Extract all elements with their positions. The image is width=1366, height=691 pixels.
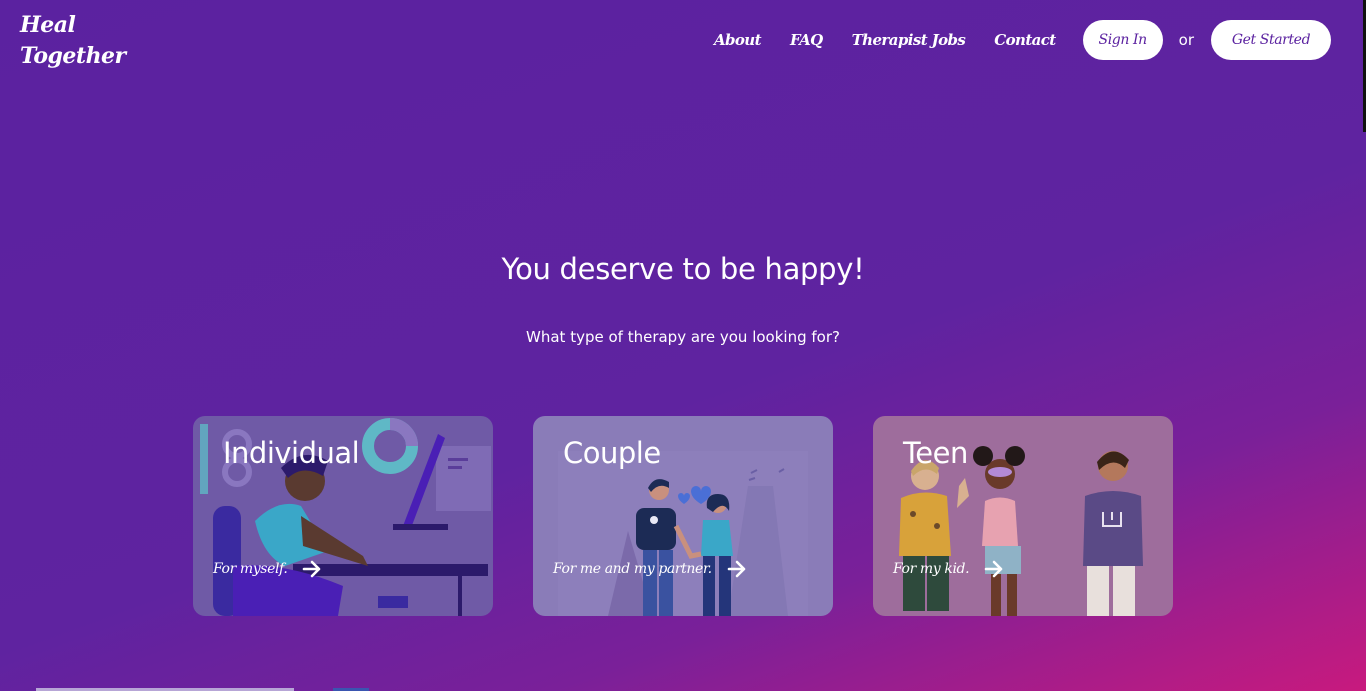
card-subtitle-couple: For me and my partner. bbox=[553, 561, 712, 577]
card-subtitle-individual: For myself. bbox=[213, 561, 288, 577]
card-subtitle-teen: For my kid. bbox=[893, 561, 970, 577]
arrow-right-icon[interactable] bbox=[984, 560, 1004, 578]
hero-subtitle: What type of therapy are you looking for… bbox=[526, 328, 840, 346]
nav-link-contact[interactable]: Contact bbox=[994, 31, 1056, 49]
nav-link-about[interactable]: About bbox=[714, 31, 762, 49]
card-title-teen: Teen bbox=[903, 436, 968, 470]
card-individual[interactable]: Individual For myself. bbox=[193, 416, 493, 616]
card-couple[interactable]: Couple For me and my partner. bbox=[533, 416, 833, 616]
card-footer-individual: For myself. bbox=[213, 560, 322, 578]
card-teen[interactable]: Teen For my kid. bbox=[873, 416, 1173, 616]
arrow-right-icon[interactable] bbox=[727, 560, 747, 578]
get-started-button[interactable]: Get Started bbox=[1211, 20, 1331, 60]
card-title-individual: Individual bbox=[223, 436, 360, 470]
logo-line-2: Together bbox=[20, 43, 126, 69]
hero-title: You deserve to be happy! bbox=[501, 252, 865, 286]
arrow-right-icon[interactable] bbox=[302, 560, 322, 578]
card-title-couple: Couple bbox=[563, 436, 661, 470]
card-footer-couple: For me and my partner. bbox=[553, 560, 747, 578]
card-footer-teen: For my kid. bbox=[893, 560, 1004, 578]
logo[interactable]: Heal Together bbox=[20, 10, 126, 72]
or-text: or bbox=[1178, 31, 1194, 49]
logo-line-1: Heal bbox=[20, 12, 76, 38]
nav-link-faq[interactable]: FAQ bbox=[790, 31, 823, 49]
nav-link-therapist-jobs[interactable]: Therapist Jobs bbox=[852, 31, 966, 49]
sign-in-button[interactable]: Sign In bbox=[1082, 20, 1163, 60]
main-nav: About FAQ Therapist Jobs Contact Sign In… bbox=[714, 20, 1331, 60]
